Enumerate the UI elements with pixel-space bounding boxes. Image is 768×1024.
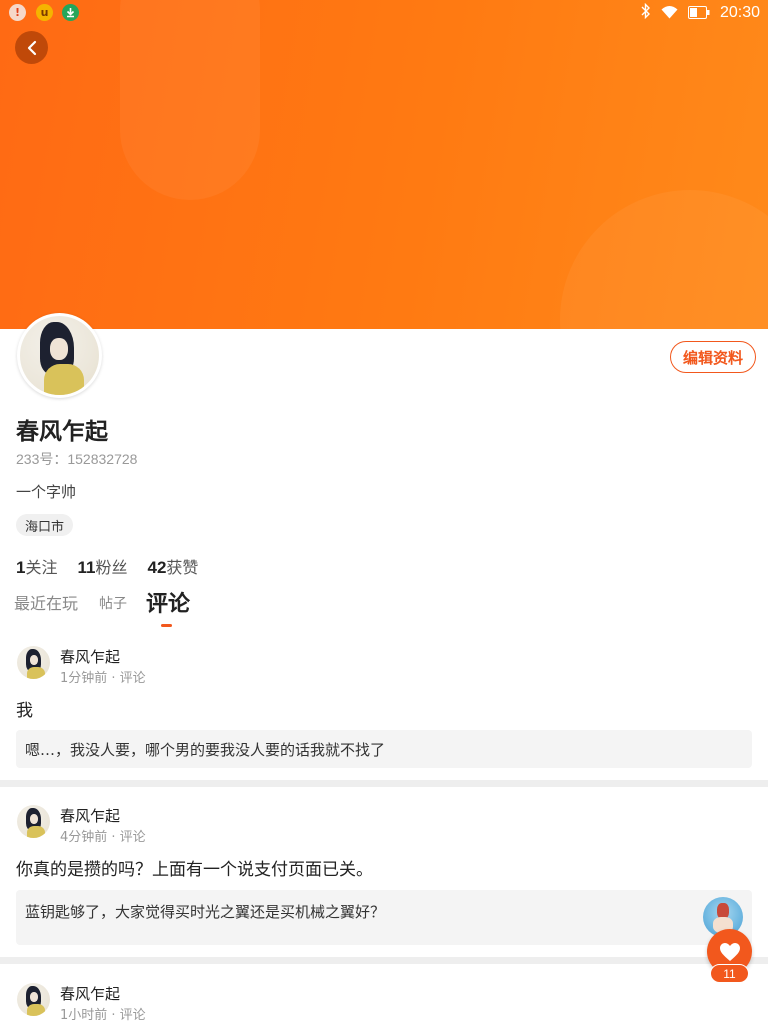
back-arrow-icon — [27, 40, 36, 55]
bluetooth-icon — [641, 2, 651, 23]
comment-quote[interactable]: 嗯…，我没人要，哪个男的要我没人要的话我就不找了 — [16, 730, 752, 768]
back-button[interactable] — [15, 31, 48, 64]
alert-icon: ! — [9, 4, 26, 21]
tab-indicator — [161, 624, 172, 627]
battery-icon — [687, 4, 710, 23]
comment-avatar[interactable] — [16, 645, 51, 680]
profile-stats: 1关注 11粉丝 42获赞 — [16, 554, 198, 578]
uc-browser-icon: u — [36, 4, 53, 21]
divider — [0, 780, 768, 787]
comment-text[interactable]: 我 — [16, 696, 33, 721]
like-count-badge: 11 — [710, 964, 749, 983]
profile-banner — [0, 0, 768, 329]
comment-avatar[interactable] — [16, 804, 51, 839]
location-tag: 海口市 — [16, 514, 74, 536]
comment-user[interactable]: 春风乍起 — [60, 805, 120, 826]
comment-avatar[interactable] — [16, 982, 51, 1017]
status-bar: ! u 20:30 — [0, 0, 768, 26]
comment-text[interactable]: 你真的是攒的吗？上面有一个说支付页面已关。 — [16, 855, 373, 880]
status-time: 20:30 — [719, 4, 760, 21]
comment-meta: 1分钟前 · 评论 — [60, 671, 146, 686]
comment-meta: 1小时前 · 评论 — [60, 1008, 146, 1023]
comment-quote[interactable]: 蓝钥匙够了，大家觉得买时光之翼还是买机械之翼好？ — [16, 890, 752, 945]
stat-following[interactable]: 1关注 — [16, 554, 57, 578]
edit-profile-button[interactable]: 编辑资料 — [670, 341, 756, 373]
download-icon — [62, 4, 79, 21]
banner-decoration — [120, 0, 260, 200]
profile-bio: 一个字帅 — [16, 483, 77, 501]
comment-meta: 4分钟前 · 评论 — [60, 830, 146, 845]
tab-posts[interactable]: 帖子 — [99, 593, 127, 613]
profile-name: 春风乍起 — [16, 419, 108, 445]
comment-user[interactable]: 春风乍起 — [60, 983, 120, 1004]
tab-recently-played[interactable]: 最近在玩 — [14, 590, 78, 614]
wifi-icon — [661, 4, 678, 23]
profile-avatar[interactable] — [17, 313, 102, 398]
banner-decoration — [560, 190, 768, 329]
tab-comments[interactable]: 评论 — [146, 586, 190, 618]
stat-followers[interactable]: 11粉丝 — [77, 554, 127, 578]
heart-icon — [719, 942, 740, 961]
comment-user[interactable]: 春风乍起 — [60, 646, 120, 667]
divider — [0, 957, 768, 964]
profile-id: 233号：152832728 — [16, 451, 138, 467]
stat-likes[interactable]: 42获赞 — [147, 554, 198, 578]
profile-tabs: 最近在玩 帖子 评论 — [14, 590, 754, 630]
